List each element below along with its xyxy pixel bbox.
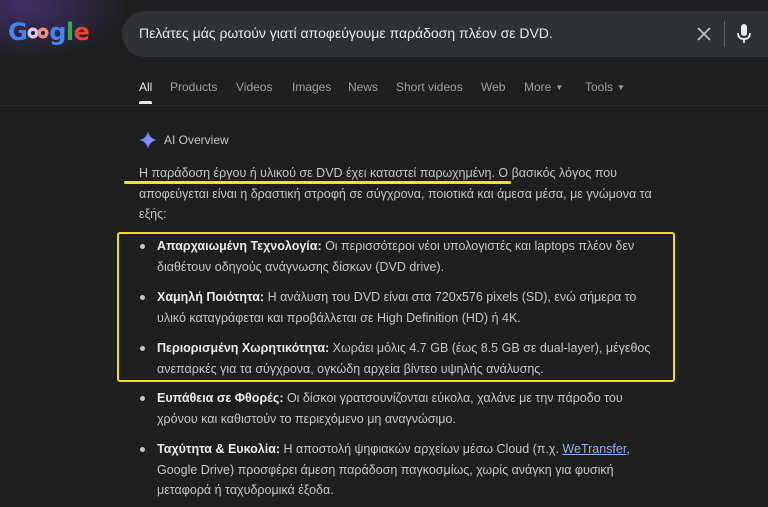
google-logo[interactable]: Ggle — [8, 18, 90, 46]
bullet-title: Περιορισμένη Χωρητικότητα: — [157, 341, 330, 355]
tab-short-videos[interactable]: Short videos — [396, 80, 463, 94]
top-bar: Ggle Πελάτες μάς ρωτούν γιατί αποφεύγουμ… — [0, 0, 768, 76]
search-input[interactable]: Πελάτες μάς ρωτούν γιατί αποφεύγουμε παρ… — [139, 25, 553, 41]
caret-down-icon: ▼ — [617, 83, 625, 92]
bullet-title: Ευπάθεια σε Φθορές: — [157, 391, 284, 405]
caret-down-icon: ▼ — [555, 83, 564, 92]
tab-all[interactable]: All — [139, 80, 153, 104]
tab-tools[interactable]: Tools ▼ — [585, 80, 625, 94]
ai-overview-intro: Η παράδοση έργου ή υλικού σε DVD έχει κα… — [139, 166, 652, 221]
tabs-divider — [0, 105, 768, 106]
ai-overview-label: AI Overview — [164, 133, 229, 147]
list-item: Απαρχαιωμένη Τεχνολογία: Οι περισσότεροι… — [140, 236, 657, 277]
ai-overview-header: AI Overview — [139, 131, 229, 149]
doodle-icon — [27, 21, 49, 41]
bullet-title: Απαρχαιωμένη Τεχνολογία: — [157, 239, 322, 253]
logo-letter-g: G — [8, 18, 28, 46]
tab-news[interactable]: News — [348, 80, 378, 94]
sparkle-icon — [139, 131, 157, 149]
tab-web[interactable]: Web — [481, 80, 505, 94]
search-divider — [724, 21, 725, 47]
tab-more[interactable]: More ▼ — [524, 80, 563, 94]
highlight-underline — [124, 181, 511, 184]
tab-tools-label: Tools — [585, 80, 614, 94]
bullet-title: Χαμηλή Ποιότητα: — [157, 290, 265, 304]
logo-letters-gle: gle — [49, 18, 90, 46]
list-item: Ευπάθεια σε Φθορές: Οι δίσκοι γρατσουνίζ… — [140, 388, 657, 429]
list-item: Περιορισμένη Χωρητικότητα: Χωράει μόλις … — [140, 338, 657, 379]
bullet-text: Η αποστολή ψηφιακών αρχείων μέσω Cloud (… — [280, 442, 563, 456]
list-item: Χαμηλή Ποιότητα: Η ανάλυση του DVD είναι… — [140, 287, 657, 328]
tab-images[interactable]: Images — [292, 80, 331, 94]
tab-videos[interactable]: Videos — [236, 80, 272, 94]
close-icon[interactable] — [693, 23, 715, 45]
list-item: Ταχύτητα & Ευκολία: Η αποστολή ψηφιακών … — [140, 439, 657, 501]
microphone-icon[interactable] — [732, 22, 756, 46]
bullet-title: Ταχύτητα & Ευκολία: — [157, 442, 281, 456]
search-box[interactable]: Πελάτες μάς ρωτούν γιατί αποφεύγουμε παρ… — [122, 11, 768, 57]
wetransfer-link[interactable]: WeTransfer — [562, 442, 626, 456]
tab-products[interactable]: Products — [170, 80, 217, 94]
tab-more-label: More — [524, 80, 552, 94]
